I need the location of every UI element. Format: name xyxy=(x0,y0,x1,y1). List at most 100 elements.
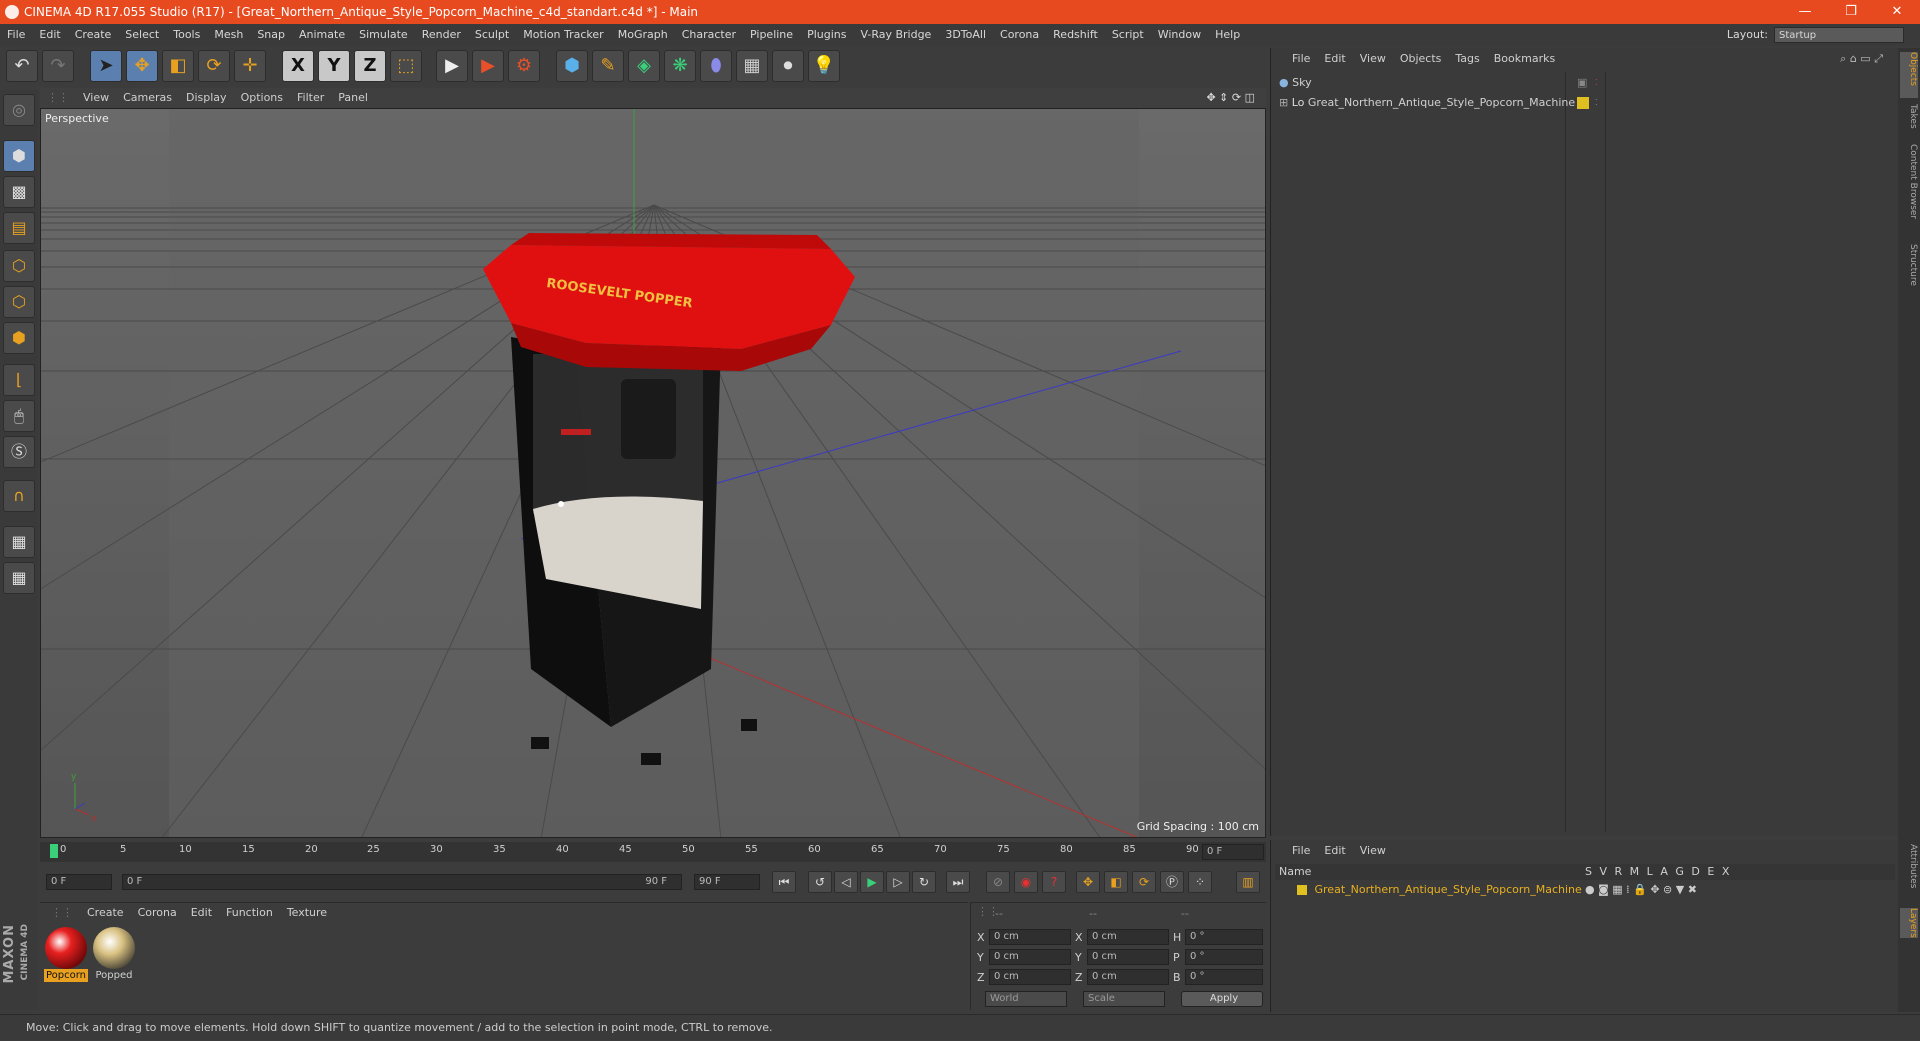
viewport-menu-filter[interactable]: Filter xyxy=(290,88,331,108)
menu-redshift[interactable]: Redshift xyxy=(1046,24,1105,46)
close-button[interactable]: ✕ xyxy=(1874,0,1920,24)
menu-window[interactable]: Window xyxy=(1151,24,1208,46)
array-icon[interactable]: ❋ xyxy=(664,50,696,82)
locked-workplane-icon[interactable]: ▦ xyxy=(3,562,35,594)
viewport-menu-cameras[interactable]: Cameras xyxy=(116,88,179,108)
pen-icon[interactable]: ✎ xyxy=(592,50,624,82)
preview-range-slider[interactable]: 0 F 90 F xyxy=(122,874,682,890)
tab-structure[interactable]: Structure xyxy=(1900,244,1918,286)
size-x-field[interactable]: 0 cm xyxy=(1087,929,1169,945)
edges-mode-icon[interactable]: ⬡ xyxy=(3,286,35,318)
play-icon[interactable]: ▶ xyxy=(860,871,884,893)
material-menu-create[interactable]: Create xyxy=(80,903,131,923)
keyframe-selection-icon[interactable]: ? xyxy=(1042,871,1066,893)
live-select-icon[interactable]: ✛ xyxy=(234,50,266,82)
position-z-field[interactable]: 0 cm xyxy=(989,969,1071,985)
material-menu-corona[interactable]: Corona xyxy=(131,903,184,923)
workplane-mode-icon[interactable]: ▤ xyxy=(3,212,35,244)
menu-plugins[interactable]: Plugins xyxy=(800,24,853,46)
viewport-navigation-icons[interactable]: ✥ ⇕ ⟳ ◫ xyxy=(1199,88,1262,108)
minimize-button[interactable]: — xyxy=(1782,0,1828,24)
playhead[interactable] xyxy=(50,844,58,858)
menu-animate[interactable]: Animate xyxy=(292,24,352,46)
menu-character[interactable]: Character xyxy=(675,24,743,46)
record-keys-icon[interactable]: ⊘ xyxy=(986,871,1010,893)
menu-edit[interactable]: Edit xyxy=(32,24,67,46)
layer-color-swatch[interactable] xyxy=(1297,885,1307,895)
menu-motion-tracker[interactable]: Motion Tracker xyxy=(516,24,610,46)
render-settings-icon[interactable]: ⚙ xyxy=(508,50,540,82)
material-menu-edit[interactable]: Edit xyxy=(184,903,219,923)
menu-corona[interactable]: Corona xyxy=(993,24,1046,46)
rotation-p-field[interactable]: 0 ° xyxy=(1185,949,1263,965)
y-axis-icon[interactable]: Y xyxy=(318,50,350,82)
object-menu-edit[interactable]: Edit xyxy=(1317,48,1352,70)
points-mode-icon[interactable]: ⬡ xyxy=(3,250,35,282)
tab-takes[interactable]: Takes xyxy=(1900,104,1918,129)
previous-frame-icon[interactable]: ◁ xyxy=(834,871,858,893)
magnet-icon[interactable]: ∩ xyxy=(3,480,35,512)
apply-button[interactable]: Apply xyxy=(1181,991,1263,1007)
position-x-field[interactable]: 0 cm xyxy=(989,929,1071,945)
tab-attributes[interactable]: Attributes xyxy=(1900,844,1918,888)
previous-key-icon[interactable]: ↺ xyxy=(808,871,832,893)
camera-icon[interactable]: ⏺ xyxy=(772,50,804,82)
size-y-field[interactable]: 0 cm xyxy=(1087,949,1169,965)
cube-icon[interactable]: ⬢ xyxy=(556,50,588,82)
menu-vray-bridge[interactable]: V-Ray Bridge xyxy=(853,24,938,46)
object-menu-tags[interactable]: Tags xyxy=(1448,48,1486,70)
autokey-icon[interactable]: ◉ xyxy=(1014,871,1038,893)
subdivision-icon[interactable]: ◈ xyxy=(628,50,660,82)
layer-menu-edit[interactable]: Edit xyxy=(1317,844,1352,857)
material-menu-function[interactable]: Function xyxy=(219,903,280,923)
viewport-menu-panel[interactable]: Panel xyxy=(331,88,375,108)
object-row-popcorn-machine[interactable]: ⊞ Lo Great_Northern_Antique_Style_Popcor… xyxy=(1279,94,1879,112)
workplane-lock-icon[interactable]: ▦ xyxy=(3,526,35,558)
go-to-start-icon[interactable]: ⏮ xyxy=(772,871,796,893)
menu-mograph[interactable]: MoGraph xyxy=(611,24,675,46)
material-menu-texture[interactable]: Texture xyxy=(280,903,334,923)
rotation-h-field[interactable]: 0 ° xyxy=(1185,929,1263,945)
menu-3dtoall[interactable]: 3DToAll xyxy=(938,24,993,46)
object-menu-bookmarks[interactable]: Bookmarks xyxy=(1487,48,1562,70)
size-mode-dropdown[interactable]: Scale xyxy=(1083,991,1165,1007)
point-level-key-icon[interactable]: ⁘ xyxy=(1188,871,1212,893)
light-icon[interactable]: 💡 xyxy=(808,50,840,82)
menu-help[interactable]: Help xyxy=(1208,24,1247,46)
menu-script[interactable]: Script xyxy=(1105,24,1151,46)
menu-tools[interactable]: Tools xyxy=(166,24,207,46)
parameter-key-icon[interactable]: Ⓟ xyxy=(1160,871,1184,893)
coordinate-mode-dropdown[interactable]: World xyxy=(985,991,1067,1007)
material-swatch-popcorn[interactable]: Popcorn xyxy=(44,927,88,985)
rotation-b-field[interactable]: 0 ° xyxy=(1185,969,1263,985)
viewport-menu-display[interactable]: Display xyxy=(179,88,234,108)
menu-select[interactable]: Select xyxy=(118,24,166,46)
menu-snap[interactable]: Snap xyxy=(250,24,292,46)
render-picture-viewer-icon[interactable]: ▶ xyxy=(472,50,504,82)
object-menu-view[interactable]: View xyxy=(1353,48,1393,70)
model-mode-icon[interactable]: ⬢ xyxy=(3,140,35,172)
texture-mode-icon[interactable]: ▩ xyxy=(3,176,35,208)
layout-dropdown[interactable]: Startup xyxy=(1774,27,1904,43)
timeline-ruler[interactable]: 0 5 10 15 20 25 30 35 40 45 50 55 60 65 … xyxy=(40,842,1266,862)
object-row-sky[interactable]: ● Sky ▣ ⁚ xyxy=(1279,74,1879,92)
go-to-end-icon[interactable]: ⏭ xyxy=(946,871,970,893)
layer-menu-view[interactable]: View xyxy=(1353,844,1393,857)
undo-icon[interactable]: ↶ xyxy=(6,50,38,82)
select-cursor-icon[interactable]: ➤ xyxy=(90,50,122,82)
snap-icon[interactable]: Ⓢ xyxy=(3,436,35,468)
menu-create[interactable]: Create xyxy=(68,24,119,46)
scale-icon[interactable]: ◧ xyxy=(162,50,194,82)
next-frame-icon[interactable]: ▷ xyxy=(886,871,910,893)
tab-objects[interactable]: Objects xyxy=(1900,52,1918,98)
rotation-key-icon[interactable]: ⟳ xyxy=(1132,871,1156,893)
rotate-icon[interactable]: ⟳ xyxy=(198,50,230,82)
coordinate-system-icon[interactable]: ⬚ xyxy=(390,50,422,82)
current-frame-field[interactable]: 0 F xyxy=(1202,844,1264,860)
next-key-icon[interactable]: ↻ xyxy=(912,871,936,893)
tab-content-browser[interactable]: Content Browser xyxy=(1900,144,1918,219)
layer-menu-file[interactable]: File xyxy=(1285,844,1317,857)
x-axis-icon[interactable]: X xyxy=(282,50,314,82)
move-icon[interactable]: ✥ xyxy=(126,50,158,82)
tab-layers[interactable]: Layers xyxy=(1900,908,1918,938)
